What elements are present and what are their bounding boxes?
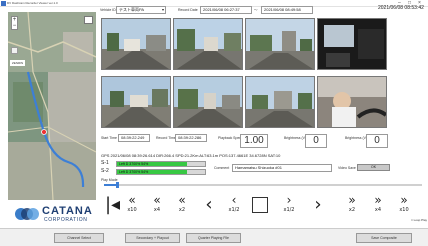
rewind-x2-button[interactable]: «x2 [170, 193, 194, 217]
record-end-field[interactable]: 2021/06/08 08:49:58 [261, 6, 313, 14]
slow-forward-half-button[interactable]: › x1/2 [277, 193, 301, 217]
camera-view-5[interactable] [101, 76, 171, 128]
logo-sub: CORPORATION [44, 217, 88, 223]
camera-image-1 [102, 19, 170, 69]
speed-value: 1.00 [240, 134, 268, 148]
zoom-out-button[interactable]: − [12, 23, 17, 29]
sensor-2-text: Left D 3700% 54% [119, 170, 149, 174]
playback-slider[interactable] [104, 182, 422, 188]
slow-forward-half-icon: › [286, 193, 292, 207]
step-back-icon: ‹ [205, 194, 213, 215]
record-time-field: 08:39:22.286 [175, 134, 207, 142]
camera-view-8[interactable] [317, 76, 387, 128]
rewind-x10-button[interactable]: «x10 [120, 193, 144, 217]
compass-icon[interactable] [11, 47, 18, 54]
slow-back-half-icon: ‹ [231, 193, 237, 207]
camera-image-6 [174, 77, 242, 127]
sensor-1-text: Left D 3700% 54% [119, 162, 149, 166]
camera-image-2 [174, 19, 242, 69]
vehicle-select[interactable]: テスト車両PA ▾ [116, 6, 166, 14]
range-separator: 〜 [254, 8, 258, 12]
step-forward-icon: › [314, 194, 322, 215]
vehicle-value: テスト車両PA [119, 7, 145, 12]
slow-forward-half-label: x1/2 [283, 207, 295, 213]
stop-button[interactable] [252, 197, 268, 213]
forward-x2-button[interactable]: » x2 [340, 193, 364, 217]
comment-field[interactable]: Hamamatsu Shizuoka #01 [232, 164, 332, 172]
channel-select-button[interactable]: Channel Select [54, 233, 104, 243]
map-layers-icon[interactable] [84, 16, 93, 24]
rewind-x4-label: x4 [153, 207, 161, 213]
chevron-down-icon: ▾ [161, 7, 164, 12]
camera-view-7[interactable] [245, 76, 315, 128]
forward-x10-icon: » [400, 193, 408, 207]
record-start-value: 2021/06/08 06:27:37 [203, 7, 240, 12]
slow-back-half-button[interactable]: ‹ x1/2 [222, 193, 246, 217]
record-time-label: Record Time [156, 136, 176, 140]
catana-logo-icon [15, 208, 39, 220]
camera-image-8 [318, 77, 386, 127]
ok-button[interactable]: OK [357, 164, 390, 171]
rewind-x2-label: x2 [178, 207, 186, 213]
sensor-2-bar: Left D 3700% 54% [116, 169, 206, 175]
record-end-value: 2021/06/08 08:49:58 [264, 7, 301, 12]
camera-image-3 [246, 19, 314, 69]
rewind-x4-icon: « [153, 193, 161, 207]
quarter-playing-file-button[interactable]: Quarter Playing File [186, 233, 241, 243]
secondary-playout-button[interactable]: Secondary + Playout [125, 233, 180, 243]
start-time-field: 08:39:22.249 [118, 134, 150, 142]
forward-x4-icon: » [374, 193, 382, 207]
map-zoom-control[interactable]: + − [11, 16, 18, 30]
playback-slider-thumb[interactable] [115, 182, 119, 188]
sensor-2-label: S-2 [101, 168, 109, 174]
record-time-value: 08:39:22.286 [178, 135, 202, 140]
map-badge: ZENRIN [10, 60, 26, 66]
save-composite-button[interactable]: Save Composite [356, 233, 412, 243]
step-back-button[interactable]: ‹ [197, 193, 221, 217]
forward-x10-button[interactable]: » x10 [392, 193, 416, 217]
forward-x2-icon: » [348, 193, 356, 207]
record-date-label: Record Date [178, 8, 198, 12]
rewind-x10-label: x10 [127, 207, 137, 213]
camera-image-7 [246, 77, 314, 127]
loop-play-label: Loop Play [413, 218, 427, 222]
rewind-x10-icon: « [128, 193, 136, 207]
record-start-field[interactable]: 2021/06/08 06:27:37 [200, 6, 252, 14]
camera-image-4 [318, 19, 386, 69]
brightness2-value[interactable]: 0 [366, 134, 388, 148]
start-time-value: 08:39:22.249 [121, 135, 145, 140]
rewind-x4-button[interactable]: «x4 [145, 193, 169, 217]
loop-play-checkbox[interactable]: □ Loop Play [411, 218, 427, 222]
camera-view-2[interactable] [173, 18, 243, 70]
forward-x10-label: x10 [399, 207, 409, 213]
sensor-1-label: S-1 [101, 160, 109, 166]
company-logo: CATANA CORPORATION [14, 202, 104, 226]
bottom-bar: Channel Select Secondary + Playout Quart… [0, 228, 428, 246]
brightness1-value[interactable]: 0 [305, 134, 327, 148]
slow-back-half-label: x1/2 [228, 207, 240, 213]
camera-view-4[interactable] [317, 18, 387, 70]
step-forward-button[interactable]: › [306, 193, 330, 217]
app-icon [1, 1, 6, 6]
gps-info: GPS 2021/06/08 08:39:26.614 DIR:266.4 SP… [101, 153, 281, 158]
map-view[interactable]: + − ZENRIN [8, 12, 96, 200]
forward-x4-label: x4 [374, 207, 382, 213]
logo-word: CATANA [42, 205, 93, 217]
comment-label: Comment [214, 166, 230, 170]
camera-view-6[interactable] [173, 76, 243, 128]
current-datetime: 2021/06/08 08:53:42 [378, 5, 424, 11]
camera-view-3[interactable] [245, 18, 315, 70]
vehicle-label: Vehicle ID [100, 8, 116, 12]
camera-image-5 [102, 77, 170, 127]
start-time-label: Start Time [101, 136, 117, 140]
rewind-x2-icon: « [178, 193, 186, 207]
sensor-1-bar: Left D 3700% 54% [116, 161, 206, 167]
camera-view-1[interactable] [101, 18, 171, 70]
forward-x2-label: x2 [348, 207, 356, 213]
video-save-label: Video Save [338, 166, 356, 170]
comment-value: Hamamatsu Shizuoka #01 [235, 165, 282, 170]
window-title: DV Dashcam Recorder Viewer ver.1.0 [7, 1, 58, 5]
map-satellite-image [8, 12, 96, 200]
forward-x4-button[interactable]: » x4 [366, 193, 390, 217]
